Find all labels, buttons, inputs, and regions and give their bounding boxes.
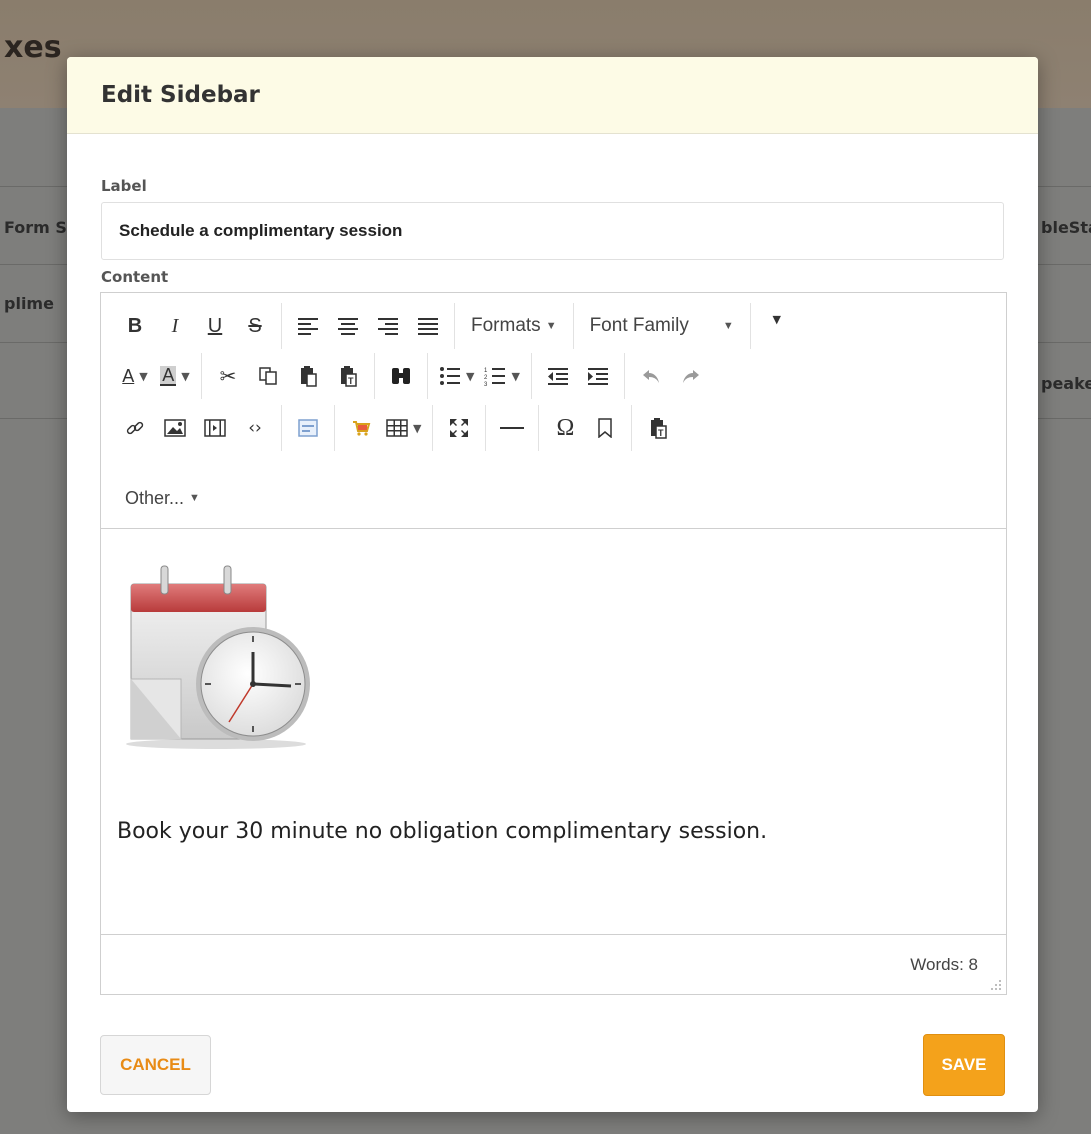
- align-left-icon[interactable]: [290, 309, 326, 343]
- caret-down-icon: ▼: [511, 369, 520, 383]
- more-caret-icon[interactable]: ▼: [759, 309, 795, 343]
- cut-icon[interactable]: ✂: [210, 359, 246, 393]
- text-color-icon[interactable]: A ▼: [117, 359, 153, 393]
- fullscreen-icon[interactable]: [441, 411, 477, 445]
- editor-status-bar: Words: 8: [101, 934, 1006, 995]
- save-button[interactable]: SAVE: [923, 1034, 1005, 1096]
- italic-icon[interactable]: I: [157, 309, 193, 343]
- background-color-letter: A: [160, 365, 177, 386]
- redo-icon[interactable]: [673, 359, 709, 393]
- toolbar-group: [625, 353, 717, 399]
- numbered-list-icon[interactable]: 1 2 3 ▼: [481, 359, 522, 393]
- caret-down-icon: ▼: [189, 492, 200, 504]
- font-family-label: Font Family: [589, 315, 689, 336]
- bullet-list-icon[interactable]: ▼: [436, 359, 477, 393]
- toolbar-group: Formats ▼: [455, 303, 574, 349]
- toolbar-group: ✂ T: [202, 353, 375, 399]
- align-right-icon[interactable]: [370, 309, 406, 343]
- modal-header: Edit Sidebar: [67, 57, 1038, 134]
- formats-dropdown[interactable]: Formats ▼: [461, 309, 567, 343]
- toolbar-group: [532, 353, 625, 399]
- editor-toolbar: B I U S Formats ▼ Font Family ▼ ▼ A ▼ A …: [101, 293, 1006, 529]
- svg-text:T: T: [348, 376, 354, 386]
- other-dropdown[interactable]: Other... ▼: [115, 481, 210, 515]
- undo-icon[interactable]: [633, 359, 669, 393]
- svg-text:2: 2: [484, 375, 488, 381]
- other-label: Other...: [125, 487, 185, 508]
- caret-down-icon: ▼: [466, 369, 475, 383]
- toolbar-group: ▼: [335, 405, 434, 451]
- bookmark-icon[interactable]: [587, 411, 623, 445]
- media-icon[interactable]: [197, 411, 233, 445]
- image-icon[interactable]: [157, 411, 193, 445]
- font-family-dropdown[interactable]: Font Family ▼: [580, 309, 744, 343]
- indent-icon[interactable]: [580, 359, 616, 393]
- caret-down-icon: ▼: [545, 320, 557, 332]
- toolbar-group: [433, 405, 487, 451]
- link-icon[interactable]: [117, 411, 153, 445]
- special-character-icon[interactable]: Ω: [547, 411, 583, 445]
- resize-handle-icon[interactable]: [990, 979, 1002, 991]
- content-body-text: Book your 30 minute no obligation compli…: [117, 819, 768, 844]
- text-color-letter: A: [122, 366, 135, 386]
- toolbar-group: B I U S: [109, 303, 282, 349]
- background-color-icon[interactable]: A ▼: [157, 359, 193, 393]
- toolbar-group: Ω: [539, 405, 633, 451]
- binoculars-icon[interactable]: [383, 359, 419, 393]
- toolbar-group: [486, 405, 540, 451]
- caret-down-icon: ▼: [181, 369, 190, 383]
- table-cell: Form S: [4, 218, 67, 237]
- strikethrough-icon[interactable]: S: [237, 309, 273, 343]
- align-justify-icon[interactable]: [410, 309, 446, 343]
- table-cell: bleSta: [1041, 218, 1091, 237]
- toolbar-group: ‹›: [109, 405, 282, 451]
- toolbar-row: A ▼ A ▼ ✂ T ▼ 1 2 3 ▼: [109, 351, 717, 401]
- caret-down-icon: ▼: [139, 369, 148, 383]
- modal-title: Edit Sidebar: [101, 82, 260, 108]
- underline-icon[interactable]: U: [197, 309, 233, 343]
- outdent-icon[interactable]: [540, 359, 576, 393]
- paste-icon[interactable]: [290, 359, 326, 393]
- formats-label: Formats: [471, 315, 541, 336]
- copy-icon[interactable]: [250, 359, 286, 393]
- toolbar-group: ▼: [751, 303, 803, 349]
- table-cell: plime: [4, 294, 54, 313]
- align-center-icon[interactable]: [330, 309, 366, 343]
- toolbar-group: A ▼ A ▼: [109, 353, 202, 399]
- toolbar-group: [282, 405, 335, 451]
- rich-text-editor: B I U S Formats ▼ Font Family ▼ ▼ A ▼ A …: [100, 292, 1007, 995]
- toolbar-group: [375, 353, 428, 399]
- label-input[interactable]: [101, 202, 1004, 260]
- toolbar-row: B I U S Formats ▼ Font Family ▼ ▼: [109, 301, 803, 351]
- toolbar-group: T: [632, 405, 684, 451]
- paste-text-icon[interactable]: T: [330, 359, 366, 393]
- table-icon[interactable]: ▼: [383, 411, 424, 445]
- word-count: Words: 8: [910, 955, 978, 974]
- edit-sidebar-modal: Edit Sidebar Label Content B I U S: [67, 57, 1038, 1112]
- caret-down-icon: ▼: [722, 320, 734, 332]
- label-field-label: Label: [101, 177, 147, 195]
- shopping-cart-icon[interactable]: [343, 411, 379, 445]
- svg-text:1: 1: [484, 368, 488, 374]
- toolbar-group: Font Family ▼: [574, 303, 751, 349]
- editor-content[interactable]: Book your 30 minute no obligation compli…: [101, 529, 1006, 934]
- paste-word-icon[interactable]: T: [640, 411, 676, 445]
- horizontal-rule-icon[interactable]: [494, 411, 530, 445]
- toolbar-group: ▼ 1 2 3 ▼: [428, 353, 532, 399]
- cancel-button[interactable]: CANCEL: [100, 1035, 211, 1095]
- caret-down-icon: ▼: [413, 421, 422, 435]
- toolbar-group: Other... ▼: [109, 475, 216, 521]
- svg-text:T: T: [658, 428, 664, 438]
- bold-icon[interactable]: B: [117, 309, 153, 343]
- page-title: xes: [4, 30, 62, 65]
- toolbar-row: Other... ▼: [109, 473, 216, 523]
- content-field-label: Content: [101, 268, 169, 286]
- toolbar-group: [282, 303, 455, 349]
- code-icon[interactable]: ‹›: [237, 411, 273, 445]
- toolbar-row: ‹› ▼ Ω T: [109, 403, 684, 453]
- calendar-clock-image: [126, 565, 310, 749]
- form-widget-icon[interactable]: [290, 411, 326, 445]
- svg-text:3: 3: [484, 382, 488, 386]
- table-cell: peake: [1041, 374, 1091, 393]
